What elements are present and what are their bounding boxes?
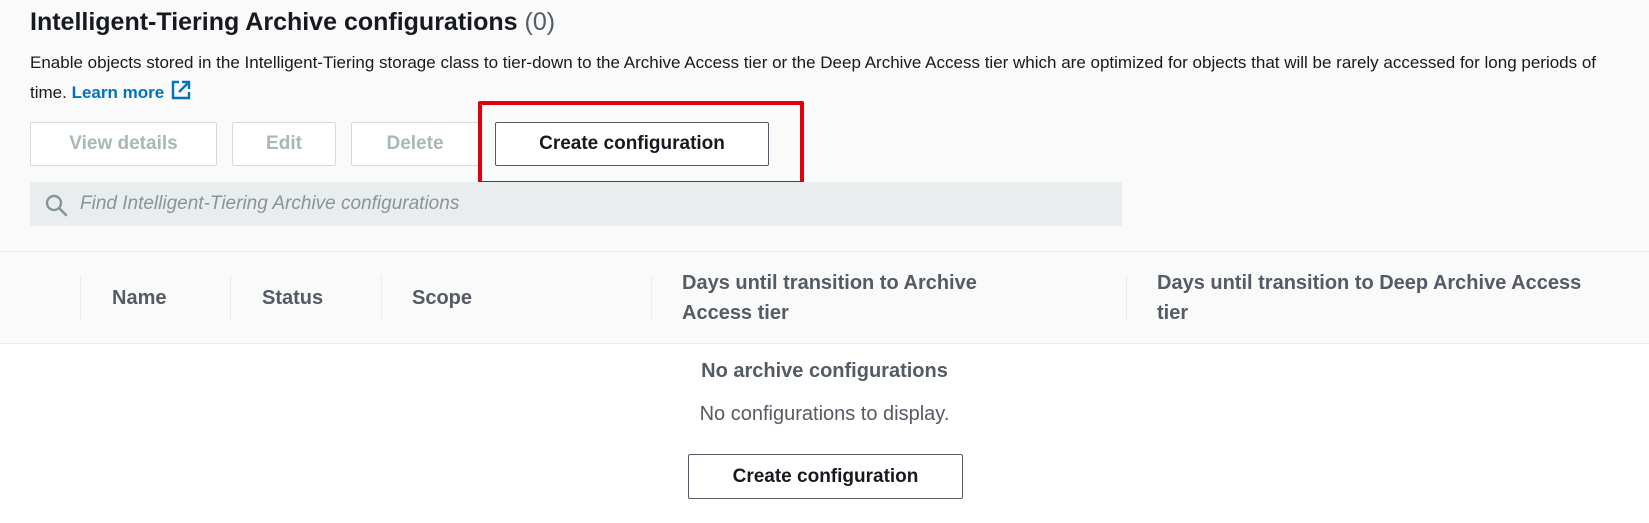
column-divider xyxy=(381,275,382,321)
empty-state: No archive configurations No configurati… xyxy=(0,344,1649,523)
delete-button[interactable]: Delete xyxy=(351,122,479,166)
search-input[interactable] xyxy=(80,182,1110,226)
column-label-scope: Scope xyxy=(412,286,473,309)
config-count: (0) xyxy=(524,8,556,36)
column-divider xyxy=(230,275,231,321)
learn-more-label: Learn more xyxy=(71,83,165,102)
intelligent-tiering-panel: Intelligent-Tiering Archive configuratio… xyxy=(0,0,1649,523)
column-header-scope[interactable]: Scope xyxy=(381,252,651,343)
column-header-name[interactable]: Name xyxy=(80,252,230,343)
column-divider xyxy=(651,275,652,321)
title-text: Intelligent-Tiering Archive configuratio… xyxy=(30,8,518,36)
column-divider xyxy=(1126,275,1127,321)
panel-header-area: Intelligent-Tiering Archive configuratio… xyxy=(0,0,1649,251)
search-bar[interactable] xyxy=(30,182,1122,226)
external-link-icon xyxy=(170,79,192,111)
column-header-status[interactable]: Status xyxy=(230,252,381,343)
search-icon xyxy=(44,193,68,222)
empty-create-configuration-button[interactable]: Create configuration xyxy=(688,454,963,499)
table-header: Name Status Scope Days until transition … xyxy=(0,251,1649,344)
column-label-name: Name xyxy=(112,286,167,309)
column-header-archive-days[interactable]: Days until transition to Archive Access … xyxy=(651,252,1126,343)
empty-state-message: No configurations to display. xyxy=(699,403,950,425)
page-title: Intelligent-Tiering Archive configuratio… xyxy=(30,8,555,37)
edit-button[interactable]: Edit xyxy=(232,122,336,166)
description: Enable objects stored in the Intelligent… xyxy=(30,48,1630,111)
learn-more-link[interactable]: Learn more xyxy=(71,80,193,102)
column-label-archive-days: Days until transition to Archive Access … xyxy=(682,271,977,324)
column-divider xyxy=(80,275,81,321)
empty-state-title: No archive configurations xyxy=(701,360,948,382)
column-header-deep-archive-days[interactable]: Days until transition to Deep Archive Ac… xyxy=(1126,252,1616,343)
view-details-button[interactable]: View details xyxy=(30,122,217,166)
column-label-status: Status xyxy=(262,286,324,309)
column-label-deep-archive-days: Days until transition to Deep Archive Ac… xyxy=(1157,271,1582,324)
description-text: Enable objects stored in the Intelligent… xyxy=(30,53,1597,102)
create-configuration-button[interactable]: Create configuration xyxy=(495,122,769,166)
